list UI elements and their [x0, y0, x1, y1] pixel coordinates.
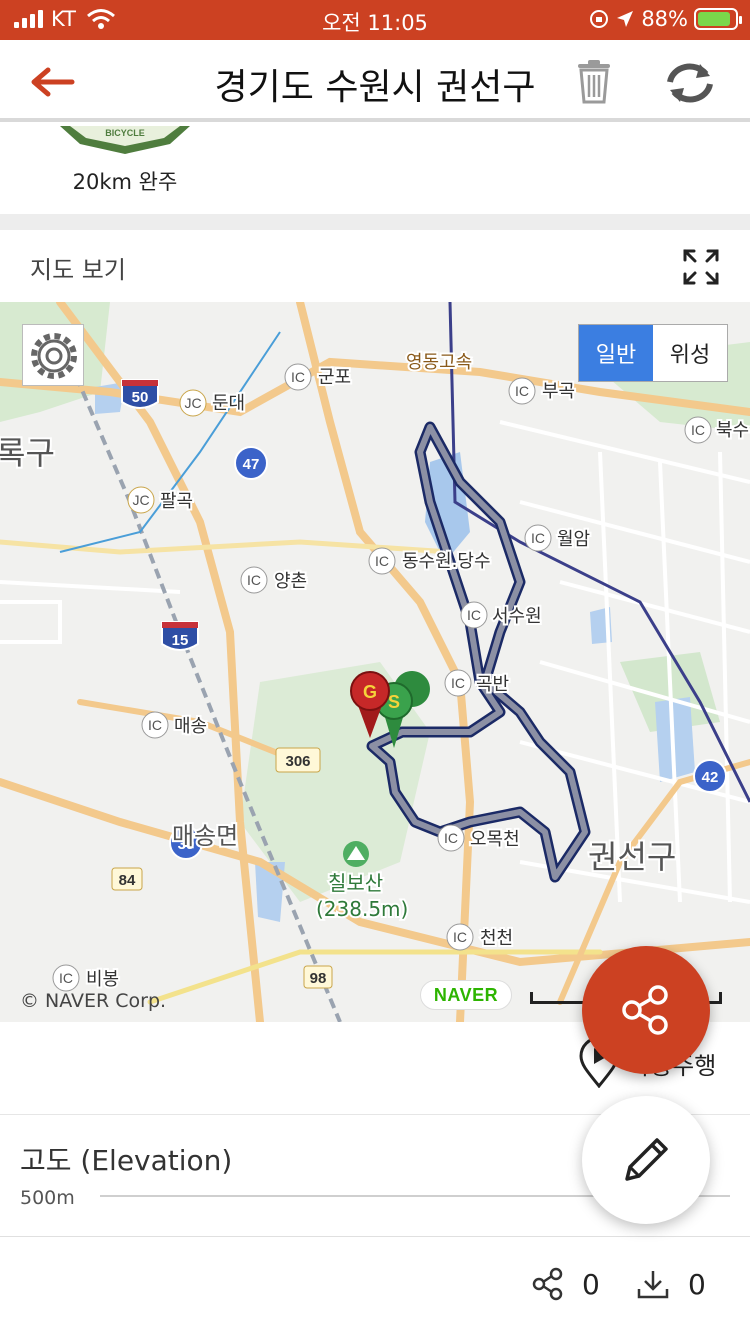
map-copyright: © NAVER Corp.	[20, 990, 167, 1012]
map-canvas[interactable]: 50 47 15 39 306 84 98 42 IC IC IC IC IC …	[0, 302, 750, 1022]
map-label-omokcheon: 오목천	[470, 829, 520, 850]
map-label-wolam: 월암	[557, 529, 590, 550]
map-label-gokban: 곡반	[476, 674, 509, 695]
ic-badge-gokban: IC	[451, 675, 465, 691]
ic-badge-bugok: IC	[515, 383, 529, 399]
status-right: 88%	[589, 7, 742, 31]
route-shield-47: 47	[243, 456, 260, 473]
ic-badge-yangchon: IC	[247, 572, 261, 588]
badge-label: 20km 완주	[72, 170, 178, 194]
goal-marker-label: G	[363, 682, 377, 702]
battery-icon	[694, 8, 742, 30]
map-label-buksu: 북수	[716, 420, 749, 441]
route-shield-98: 98	[310, 970, 327, 987]
route-shield-306: 306	[285, 753, 310, 770]
gear-icon	[31, 333, 77, 379]
naver-logo: NAVER	[420, 980, 512, 1010]
share-icon	[532, 1267, 563, 1301]
badge-banner-text: BICYCLE	[105, 128, 145, 138]
map-label-palgok: 팔곡	[160, 491, 193, 512]
ic-badge-maesong: IC	[148, 717, 162, 733]
route-shield-50: 50	[132, 389, 149, 406]
ic-badge-wolam: IC	[531, 530, 545, 546]
map-header: 지도 보기	[0, 230, 750, 302]
map-label-maesong-ic: 매송	[174, 716, 207, 737]
route-shield-42: 42	[702, 769, 719, 786]
map-settings-button[interactable]	[22, 324, 84, 386]
ic-badge-bibong: IC	[59, 970, 73, 986]
download-count-button[interactable]: 0	[636, 1267, 706, 1301]
jc-badge-palgok: JC	[132, 492, 149, 508]
location-arrow-icon	[617, 11, 634, 27]
map-label-gunpo: 군포	[318, 367, 351, 388]
map-label-bugok: 부곡	[542, 381, 575, 402]
start-marker-label: S	[388, 692, 400, 712]
map-label-area-left: 록구	[0, 434, 55, 472]
orientation-lock-icon	[590, 10, 609, 28]
download-count: 0	[688, 1267, 706, 1301]
edit-fab-button[interactable]	[582, 1096, 710, 1224]
footer-stats: 0 0	[0, 1236, 750, 1334]
elevation-axis-label: 500m	[20, 1187, 75, 1209]
map-label-cheoncheon: 천천	[480, 928, 513, 949]
map-label-gwonseon: 권선구	[588, 838, 676, 876]
map-label-chilbosan-height: (238.5m)	[316, 897, 408, 921]
map-type-toggle: 일반 위성	[578, 324, 728, 382]
share-count-button[interactable]: 0	[532, 1267, 600, 1301]
pencil-icon	[625, 1138, 668, 1181]
share-count: 0	[582, 1267, 600, 1301]
bicycle-badge-icon: BICYCLE	[60, 126, 190, 154]
battery-percent: 88%	[641, 7, 688, 31]
share-fab-button[interactable]	[582, 946, 710, 1074]
share-icon	[622, 985, 668, 1035]
jc-badge-dundae: JC	[184, 395, 201, 411]
route-shield-15: 15	[172, 632, 189, 649]
ic-badge-omokcheon: IC	[444, 830, 458, 846]
map-label-yangchon: 양촌	[274, 571, 307, 592]
route-map[interactable]: 50 47 15 39 306 84 98 42 IC IC IC IC IC …	[0, 302, 750, 1022]
map-label-maesong: 매송면	[172, 822, 238, 850]
download-icon	[637, 1271, 669, 1299]
map-label-seosuwon: 서수원	[492, 606, 542, 627]
refresh-icon[interactable]	[662, 60, 718, 106]
map-label-dundae: 둔대	[212, 393, 245, 414]
achievement-badge-section: BICYCLE 20km 완주	[0, 126, 750, 214]
page-title: 경기도 수원시 권선구	[214, 67, 536, 108]
section-divider	[0, 214, 750, 230]
map-view-title: 지도 보기	[30, 256, 126, 284]
map-type-satellite[interactable]: 위성	[653, 325, 727, 381]
status-bar: KT 오전 11:05 88%	[0, 0, 750, 40]
route-shield-84: 84	[119, 872, 136, 889]
map-label-chilbosan: 칠보산	[328, 871, 383, 895]
trash-icon[interactable]	[572, 58, 616, 106]
map-label-dongsuwon: 동수원.당수	[402, 551, 491, 572]
ic-badge-seosuwon: IC	[467, 607, 481, 623]
map-label-yeongdong: 영동고속	[406, 352, 472, 373]
ic-badge-dongsuwon: IC	[375, 553, 389, 569]
map-type-normal[interactable]: 일반	[579, 325, 653, 381]
ic-badge-cheoncheon: IC	[453, 929, 467, 945]
fullscreen-expand-icon[interactable]	[682, 248, 720, 286]
ic-badge-buksu: IC	[691, 422, 705, 438]
ic-badge-gunpo: IC	[291, 369, 305, 385]
nav-bar: 경기도 수원시 권선구	[0, 40, 750, 122]
elevation-title: 고도 (Elevation)	[20, 1144, 233, 1177]
map-label-bibong: 비봉	[86, 969, 119, 990]
